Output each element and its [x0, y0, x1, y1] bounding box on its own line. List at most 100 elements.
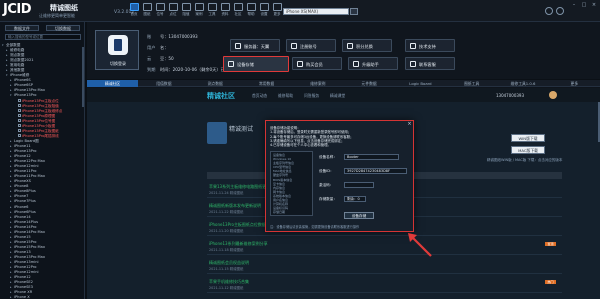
left-panel: 数据文件 切换数据 输入搜索的型号或位置 ▾ 全部数据 ▸ 维修电路 ▸ 测点数据 ▸ 测点数… — [0, 22, 85, 299]
storage-count-value: 剩余：0 — [344, 196, 366, 202]
top-nav-help[interactable]: 帮助 — [245, 3, 257, 20]
mac-download-button[interactable]: MAC版下载 — [511, 146, 545, 154]
device-info-item: 存储日期 — [273, 210, 286, 215]
top-nav-settings[interactable]: 设置 — [258, 3, 270, 20]
brand-chinese-name: 精诚图纸 — [50, 4, 78, 12]
cloud-beans-row: 云豆：50 — [147, 56, 174, 61]
model-tree: ▾ 全部数据 ▸ 维修电路 ▸ 测点数据 ▸ 测点数据2021 ▸ 常用电路 ▸ 其他数据 ▾ iPhon… — [2, 43, 82, 299]
user-icon[interactable] — [545, 7, 553, 15]
username-row: 用户 名： — [147, 45, 169, 50]
top-nav-label: 阻值 — [182, 12, 190, 16]
top-nav-schematic[interactable]: 图纸 — [141, 3, 153, 20]
banner-title: 精诚测试 — [229, 126, 254, 133]
device-storage-button[interactable]: 设备存储 — [223, 56, 289, 72]
close-icon[interactable]: × — [590, 2, 598, 8]
buy-vip-button[interactable]: 购买会员 — [292, 57, 342, 70]
post-meta: 2021-11-24 精诚图纸 — [209, 191, 244, 195]
schematic-icon — [142, 3, 152, 11]
community-user-phone: 13047000393 — [496, 93, 524, 98]
maximize-icon[interactable]: □ — [580, 2, 588, 8]
tab-1[interactable]: 阻值数据 — [138, 80, 189, 87]
tree-node-label: iPhone13 — [14, 249, 31, 254]
tab-9[interactable]: 更多 — [549, 80, 600, 87]
tab-2[interactable]: 测点数据 — [190, 80, 241, 87]
top-nav-label: 社区 — [234, 12, 242, 16]
community-nav-help[interactable]: 维修帮助 — [278, 93, 293, 99]
top-nav-resistance[interactable]: 阻值 — [180, 3, 192, 20]
top-search-input[interactable]: iPhone XS(MAX) — [283, 8, 349, 15]
tree-node-label: iPhone XR — [14, 290, 33, 295]
device-name-input[interactable]: Booter — [344, 154, 399, 160]
register-button[interactable]: 注册账号 — [286, 39, 336, 52]
switch-data-button[interactable]: 切换数据 — [46, 25, 80, 31]
top-nav-point[interactable]: 点位 — [167, 3, 179, 20]
tree-node-label: iPhone15 — [14, 234, 31, 239]
file-icon — [18, 119, 21, 123]
file-icon — [18, 124, 21, 128]
activation-code-input[interactable] — [344, 182, 374, 188]
server-button[interactable]: 服务器：天翼 — [230, 39, 280, 52]
tree-node-label: 常用电路 — [10, 63, 25, 68]
tree-node-label: iPhone7 — [14, 194, 29, 199]
message-icon[interactable] — [556, 7, 564, 15]
tree-node-label: iPhone6S — [14, 78, 31, 83]
tree-node-label: iPhone12Pro Max — [14, 159, 45, 164]
vip-icon — [297, 61, 303, 67]
device-info-list[interactable]: 设备信息 Windows 10 主板序列号信息 CPU型号信息 MAC地址信息 硬盘序列号… — [270, 151, 313, 216]
dialog-footer-note: 注：设备存储后请妥善保管，如需更换设备请联系客服进行操作 — [270, 225, 360, 229]
tab-5[interactable]: 元件数据 — [344, 80, 395, 87]
home-icon — [129, 3, 139, 11]
tab-3[interactable]: 常用数据 — [241, 80, 292, 87]
file-icon — [18, 134, 21, 138]
points-exchange-button[interactable]: 积分兑换 — [342, 39, 392, 52]
top-nav-tool[interactable]: 工具 — [206, 3, 218, 20]
top-nav-home[interactable]: 首页 — [128, 3, 140, 20]
top-nav-more[interactable]: 更多 — [271, 3, 283, 20]
tree-node-label: iPhone13Pro尾插排线 — [22, 133, 59, 138]
tree-node-label: iPhone8Plus — [14, 189, 36, 194]
tree-node-label: 维修电路 — [10, 48, 25, 53]
community-nav-qa[interactable]: 问答服务 — [304, 93, 319, 99]
tab-7[interactable]: 图纸工具 — [446, 80, 497, 87]
device-storage-icon — [228, 61, 234, 67]
tree-node-label: iPhone12 — [14, 154, 31, 159]
tab-0[interactable]: 精诚社区 — [87, 80, 139, 87]
tree-node-label: iPhone13Pro主板阻值 — [22, 103, 59, 108]
avatar[interactable] — [549, 91, 557, 99]
post-tag-badge: 置顶 — [545, 242, 556, 246]
top-nav-case[interactable]: 案例 — [193, 3, 205, 20]
upgrade-assistant-button[interactable]: 升级助手 — [348, 57, 398, 70]
tech-support-button[interactable]: 技术支持 — [405, 39, 455, 52]
minimize-icon[interactable]: – — [570, 2, 578, 8]
data-file-button[interactable]: 数据文件 — [5, 25, 39, 31]
search-icon[interactable] — [350, 8, 358, 15]
top-nav-community[interactable]: 社区 — [232, 3, 244, 20]
activation-code-label: 激活码： — [319, 183, 334, 187]
tree-search-input[interactable]: 输入搜索的型号或位置 — [5, 34, 81, 40]
post-meta: 2021-11-12 精诚图纸 — [209, 286, 244, 290]
tree-node-label: 测点数据 — [10, 53, 25, 58]
top-nav-label: 工具 — [208, 12, 216, 16]
device-storage-dialog: × 设备存储功能说明： 1.将设备存储后，登录时无需重新登录账号即可使用； 2.每个… — [265, 120, 414, 232]
community-header: 精诚社区 首页动态 维修帮助 问答服务 精诚课堂 13047000393 — [87, 88, 600, 102]
win-download-button[interactable]: WIN版下载 — [511, 134, 545, 142]
tree-scrollbar[interactable] — [82, 47, 84, 107]
top-nav-tag[interactable]: 位号 — [154, 3, 166, 20]
tab-6[interactable]: Logic Board — [395, 80, 446, 87]
contact-service-button[interactable]: 联系客服 — [405, 57, 455, 70]
device-card[interactable]: 切换登录 — [95, 30, 139, 70]
tab-4[interactable]: 维修案例 — [292, 80, 343, 87]
tab-8[interactable]: 维修工具1.0.6 — [497, 80, 548, 87]
device-storage-submit-button[interactable]: 设备存储 — [344, 212, 374, 219]
tree-node-label: 全部数据 — [6, 43, 21, 47]
community-nav-class[interactable]: 精诚课堂 — [330, 93, 345, 99]
tree-node-label: iPhone13Pro原理图 — [22, 113, 56, 118]
file-icon — [18, 114, 21, 118]
title-bar: JCID 精诚图纸 让维修更简单更智能 V3.2.012 首页 图纸 位号 点位 阻值案… — [0, 0, 600, 22]
community-nav-home[interactable]: 首页动态 — [252, 93, 267, 99]
tree-node[interactable]: ▸ iPhone X — [2, 295, 82, 299]
tree-node-label: iPhone13Pro — [14, 148, 37, 153]
device-id-input[interactable]: 3927D28474230483D8F — [344, 168, 407, 174]
top-nav-docs[interactable]: 资料 — [219, 3, 231, 20]
top-nav-label: 设置 — [260, 12, 268, 16]
